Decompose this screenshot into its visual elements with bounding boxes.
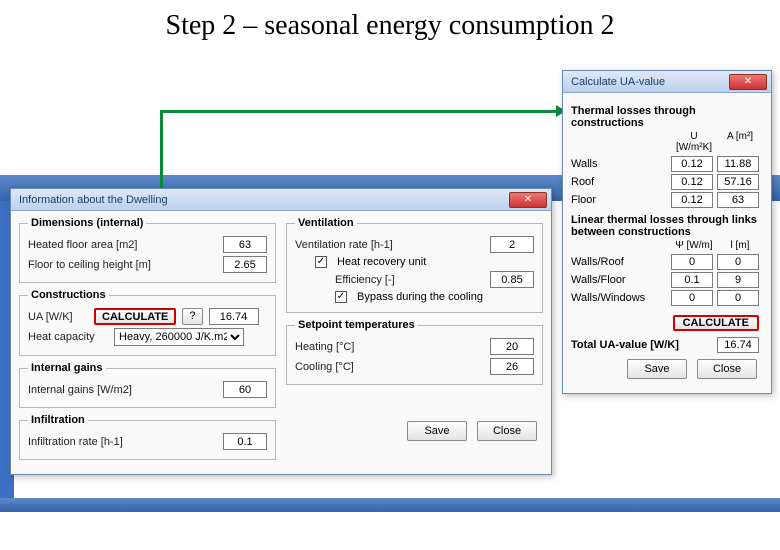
walls-floor-l-input[interactable]: [717, 272, 759, 288]
bypass-checkbox[interactable]: ✓: [335, 291, 347, 303]
slide-title: Step 2 – seasonal energy consumption 2: [0, 10, 780, 42]
close-button[interactable]: Close: [477, 421, 537, 441]
internal-gains-label: Internal gains [W/m2]: [28, 384, 178, 396]
ventilation-group: Ventilation Ventilation rate [h-1] ✓ Hea…: [286, 217, 543, 313]
cooling-input[interactable]: [490, 358, 534, 375]
bypass-label: Bypass during the cooling: [357, 291, 483, 303]
walls-u-input[interactable]: [671, 156, 713, 172]
walls-floor-psi-input[interactable]: [671, 272, 713, 288]
walls-roof-l-input[interactable]: [717, 254, 759, 270]
floor-area-input[interactable]: [223, 236, 267, 253]
calculate-ua-button[interactable]: CALCULATE: [94, 308, 176, 325]
infiltration-input[interactable]: [223, 433, 267, 450]
vent-rate-label: Ventilation rate [h-1]: [295, 239, 445, 251]
ventilation-legend: Ventilation: [295, 217, 357, 229]
arrow-connector: [160, 110, 556, 113]
help-button[interactable]: ?: [182, 308, 202, 325]
thermal-header: Thermal losses through constructions: [571, 105, 763, 129]
ua-close-button[interactable]: Close: [697, 359, 757, 379]
roof-a-input[interactable]: [717, 174, 759, 190]
heat-recovery-label: Heat recovery unit: [337, 256, 426, 268]
walls-windows-label: Walls/Windows: [571, 292, 671, 304]
ua-title: Calculate UA-value: [571, 76, 729, 88]
walls-roof-label: Walls/Roof: [571, 256, 671, 268]
cooling-label: Cooling [°C]: [295, 361, 445, 373]
dwelling-titlebar: Information about the Dwelling ✕: [11, 189, 551, 211]
walls-label: Walls: [571, 158, 671, 170]
bg-stripe: [0, 498, 780, 512]
floor-u-input[interactable]: [671, 192, 713, 208]
ua-value-input[interactable]: [209, 308, 259, 325]
walls-roof-psi-input[interactable]: [671, 254, 713, 270]
walls-windows-l-input[interactable]: [717, 290, 759, 306]
internal-gains-legend: Internal gains: [28, 362, 106, 374]
roof-u-input[interactable]: [671, 174, 713, 190]
dimensions-group: Dimensions (internal) Heated floor area …: [19, 217, 276, 283]
efficiency-label: Efficiency [-]: [335, 274, 435, 286]
col-l-label: l [m]: [717, 240, 763, 251]
vent-rate-input[interactable]: [490, 236, 534, 253]
close-icon[interactable]: ✕: [509, 192, 547, 208]
close-icon[interactable]: ✕: [729, 74, 767, 90]
save-button[interactable]: Save: [407, 421, 467, 441]
roof-label: Roof: [571, 176, 671, 188]
total-ua-input[interactable]: [717, 337, 759, 353]
heating-label: Heating [°C]: [295, 341, 445, 353]
heating-input[interactable]: [490, 338, 534, 355]
infiltration-label: Infiltration rate [h-1]: [28, 436, 178, 448]
col-psi-label: Ψ [W/m]: [671, 240, 717, 251]
walls-a-input[interactable]: [717, 156, 759, 172]
constructions-group: Constructions UA [W/K] CALCULATE ? Heat …: [19, 289, 276, 356]
setpoint-legend: Setpoint temperatures: [295, 319, 418, 331]
internal-gains-input[interactable]: [223, 381, 267, 398]
infiltration-group: Infiltration Infiltration rate [h-1]: [19, 414, 276, 460]
col-a-label: A [m²]: [717, 131, 763, 153]
internal-gains-group: Internal gains Internal gains [W/m2]: [19, 362, 276, 408]
walls-floor-label: Walls/Floor: [571, 274, 671, 286]
setpoint-group: Setpoint temperatures Heating [°C] Cooli…: [286, 319, 543, 385]
total-ua-label: Total UA-value [W/K]: [571, 339, 717, 351]
height-label: Floor to ceiling height [m]: [28, 259, 178, 271]
ua-label: UA [W/K]: [28, 311, 88, 323]
height-input[interactable]: [223, 256, 267, 273]
ua-calculate-button[interactable]: CALCULATE: [673, 315, 759, 331]
walls-windows-psi-input[interactable]: [671, 290, 713, 306]
floor-a-input[interactable]: [717, 192, 759, 208]
heat-recovery-checkbox[interactable]: ✓: [315, 256, 327, 268]
constructions-legend: Constructions: [28, 289, 109, 301]
col-u-label: U [W/m²K]: [671, 131, 717, 153]
floor-label: Floor: [571, 194, 671, 206]
floor-area-label: Heated floor area [m2]: [28, 239, 178, 251]
ua-titlebar: Calculate UA-value ✕: [563, 71, 771, 93]
infiltration-legend: Infiltration: [28, 414, 88, 426]
dimensions-legend: Dimensions (internal): [28, 217, 146, 229]
heat-capacity-label: Heat capacity: [28, 331, 108, 343]
efficiency-input[interactable]: [490, 271, 534, 288]
ua-save-button[interactable]: Save: [627, 359, 687, 379]
dwelling-title: Information about the Dwelling: [19, 194, 509, 206]
heat-capacity-select[interactable]: Heavy, 260000 J/K.m2: [114, 328, 244, 346]
linear-header: Linear thermal losses through links betw…: [571, 214, 763, 238]
